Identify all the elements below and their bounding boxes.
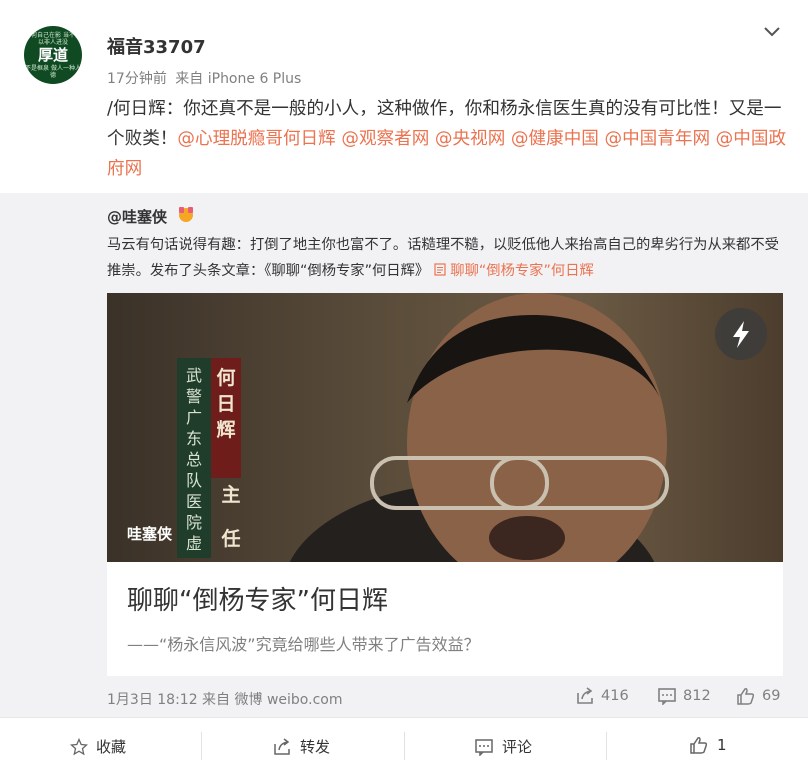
repost-time-source[interactable]: 1月3日 18:12 来自 微博 weibo.com <box>107 689 342 709</box>
star-icon <box>70 737 88 755</box>
article-title[interactable]: 聊聊“倒杨专家”何日辉 <box>127 580 388 617</box>
repost-text: 马云有句话说得有趣：打倒了地主你也富不了。话糙理不糙，以贬低他人来抬高自己的卑劣… <box>107 232 787 284</box>
like-label: 1 <box>717 736 727 754</box>
cover-caption-green: 武 警 广 东 总 队 医 院 虚 <box>182 365 206 554</box>
share-icon <box>577 687 593 704</box>
favorite-label: 收藏 <box>96 738 127 756</box>
avatar-big-text: 厚道 <box>37 46 68 64</box>
weibo-post: 事何自己在影 当不要以非人进没 厚道 不是框泉 做人一种人德 福音33707 1… <box>0 0 808 773</box>
avatar-small-text-top: 事何自己在影 当不要以非人进没 <box>25 32 81 46</box>
chevron-down-icon[interactable] <box>762 24 782 40</box>
avatar[interactable]: 事何自己在影 当不要以非人进没 厚道 不是框泉 做人一种人德 <box>24 26 82 84</box>
like-count-value: 69 <box>762 688 781 704</box>
caption-char: 队 <box>185 471 202 490</box>
post-text: /何日辉：你还真不是一般的小人，这种做作，你和杨永信医生真的没有可比性！又是一个… <box>107 94 787 184</box>
caption-char: 任 <box>221 528 241 550</box>
cover-caption-red: 何 日 辉 <box>214 365 238 443</box>
divider <box>404 732 405 760</box>
caption-char: 东 <box>185 429 202 448</box>
caption-char: 辉 <box>216 419 236 441</box>
caption-char: 武 <box>185 366 202 385</box>
comment-button[interactable]: 评论 <box>474 736 532 757</box>
article-link[interactable]: 聊聊“倒杨专家”何日辉 <box>434 263 594 279</box>
comment-count-value: 812 <box>683 688 711 704</box>
comment-icon <box>475 738 493 756</box>
repost-count-value: 416 <box>601 688 629 704</box>
post-time[interactable]: 17分钟前 <box>107 71 167 87</box>
like-count[interactable]: 69 <box>736 687 780 705</box>
repost-username[interactable]: @哇塞侠 <box>107 206 167 227</box>
post-meta: 17分钟前 来自 iPhone 6 Plus <box>107 68 301 88</box>
flash-button[interactable] <box>715 308 767 360</box>
cover-caption-white: 主 任 <box>219 473 243 561</box>
cover-photo-drawing <box>177 293 669 562</box>
post-username[interactable]: 福音33707 <box>107 33 206 59</box>
comment-count[interactable]: 812 <box>657 687 711 705</box>
favorite-button[interactable]: 收藏 <box>70 736 126 757</box>
caption-char: 医 <box>185 492 202 511</box>
article-card[interactable]: 何 日 辉 主 任 武 警 广 东 总 队 医 院 虚 哇塞侠 聊聊“倒杨专家”… <box>107 293 783 676</box>
caption-char: 院 <box>185 513 202 532</box>
mention-link[interactable]: @央视网 <box>435 129 505 149</box>
caption-char: 何 <box>216 367 236 389</box>
article-cover-image[interactable]: 何 日 辉 主 任 武 警 广 东 总 队 医 院 虚 哇塞侠 <box>107 293 783 562</box>
comment-label: 评论 <box>502 738 533 756</box>
like-button[interactable]: 1 <box>689 736 727 754</box>
caption-char: 日 <box>216 393 236 415</box>
thumbs-up-icon <box>690 737 708 754</box>
post-source: 来自 iPhone 6 Plus <box>175 71 302 87</box>
caption-char: 警 <box>185 387 202 406</box>
mention-link[interactable]: @观察者网 <box>341 129 429 149</box>
article-link-label[interactable]: 聊聊“倒杨专家”何日辉 <box>450 263 594 279</box>
comment-icon <box>658 688 676 705</box>
user-badge-icon[interactable] <box>176 205 196 223</box>
thumbs-up-icon <box>737 688 755 705</box>
article-subtitle: ——“杨永信风波”究竟给哪些人带来了广告效益？ <box>127 635 480 654</box>
divider <box>606 732 607 760</box>
avatar-small-text-bottom: 不是框泉 做人一种人德 <box>25 65 81 79</box>
mention-link[interactable]: @心理脱瘾哥何日辉 <box>177 129 335 149</box>
repost-block: @哇塞侠 马云有句话说得有趣：打倒了地主你也富不了。话糙理不糙，以贬低他人来抬高… <box>0 193 808 717</box>
caption-char: 主 <box>221 484 241 506</box>
caption-char: 广 <box>185 408 202 427</box>
divider <box>201 732 202 760</box>
action-bar: 收藏 转发 评论 1 <box>0 717 808 773</box>
article-icon <box>434 263 446 276</box>
cover-image-label: 哇塞侠 <box>127 525 173 543</box>
repost-count[interactable]: 416 <box>575 687 629 705</box>
repost-button[interactable]: 转发 <box>272 736 330 757</box>
mention-link[interactable]: @健康中国 <box>511 129 599 149</box>
mention-link[interactable]: @中国青年网 <box>604 129 710 149</box>
caption-char: 虚 <box>185 534 202 553</box>
repost-label: 转发 <box>300 738 331 756</box>
lightning-icon <box>733 321 749 348</box>
caption-char: 总 <box>185 450 202 469</box>
share-icon <box>274 737 290 755</box>
